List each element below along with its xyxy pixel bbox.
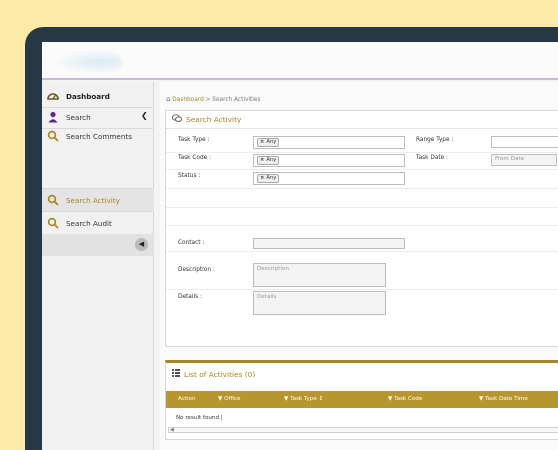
column-label: Task Code — [394, 396, 423, 402]
divider — [166, 207, 558, 208]
filter-icon[interactable]: ▼ — [218, 396, 222, 402]
no-result-text: No result found | — [176, 415, 223, 421]
task-type-chip[interactable]: × Any — [257, 138, 280, 147]
user-icon — [47, 111, 59, 123]
scroll-left-icon[interactable]: ◀ — [170, 427, 174, 433]
main-content: ⌂ Dashboard > Search Activities Search A… — [160, 82, 558, 450]
column-label: Office — [224, 396, 241, 402]
sidebar-item-label: Search Activity — [66, 195, 120, 205]
chip-remove-icon[interactable]: × — [260, 139, 264, 145]
status-select[interactable]: × Any — [253, 172, 405, 185]
filter-icon[interactable]: ▼ — [284, 396, 288, 402]
breadcrumb: ⌂ Dashboard > Search Activities — [166, 95, 261, 103]
activities-list-panel: List of Activities (0) Action ▼ Office ▼… — [165, 360, 558, 440]
breadcrumb-link-dashboard[interactable]: Dashboard — [172, 97, 203, 103]
divider — [166, 225, 558, 226]
status-chip[interactable]: × Any — [257, 174, 280, 183]
column-header-task-type[interactable]: ▼ Task Type ↕ — [284, 396, 323, 402]
column-header-task-date-time[interactable]: ▼ Task Date Time — [479, 396, 528, 402]
divider — [166, 152, 558, 153]
sidebar-item-search-activity[interactable]: Search Activity — [42, 189, 154, 211]
contact-input[interactable] — [253, 238, 405, 249]
range-type-select[interactable] — [491, 136, 558, 148]
list-icon — [172, 369, 180, 379]
sidebar-collapse-bar: ◀ — [42, 234, 154, 256]
sidebar-item-dashboard[interactable]: Dashboard — [42, 85, 154, 107]
chip-remove-icon[interactable]: × — [260, 175, 264, 181]
chip-label: Any — [266, 139, 277, 145]
filter-icon[interactable]: ▼ — [479, 396, 483, 402]
sidebar-item-label: Search — [66, 112, 91, 122]
chevron-left-icon[interactable]: ❮ — [141, 111, 148, 120]
status-label: Status : — [178, 173, 201, 179]
list-panel-title: List of Activities (0) — [184, 369, 256, 379]
column-label: Task Type — [290, 396, 317, 402]
sidebar-item-search-audit[interactable]: Search Audit — [42, 212, 154, 234]
search-icon — [47, 217, 59, 229]
description-textarea[interactable]: Description — [253, 263, 386, 287]
task-code-select[interactable]: × Any — [253, 154, 405, 167]
sidebar-item-label: Search Comments — [66, 131, 132, 141]
breadcrumb-current: Search Activities — [212, 97, 261, 103]
column-label: Task Date Time — [485, 396, 528, 402]
search-icon — [47, 194, 59, 206]
top-bar — [42, 42, 558, 80]
divider — [166, 251, 558, 252]
sidebar: Dashboard Search ❮ Search Comments Searc… — [42, 82, 154, 450]
divider — [166, 188, 558, 189]
table-header: Action ▼ Office ▼ Task Type ↕ ▼ Task Cod… — [166, 391, 558, 408]
task-type-label: Task Type : — [178, 137, 210, 143]
description-label: Description : — [178, 267, 215, 273]
dashboard-icon — [47, 90, 59, 102]
sidebar-item-label: Dashboard — [66, 91, 110, 101]
divider — [166, 289, 558, 290]
column-header-action[interactable]: Action — [178, 396, 196, 402]
task-code-chip[interactable]: × Any — [257, 156, 280, 165]
comments-icon — [171, 114, 182, 125]
details-label: Details : — [178, 294, 202, 300]
horizontal-scrollbar[interactable]: ◀ — [168, 427, 558, 433]
panel-header: Search Activity — [166, 111, 558, 129]
task-code-label: Task Code : — [178, 155, 211, 161]
panel-title: Search Activity — [186, 115, 242, 124]
filter-icon[interactable]: ▼ — [388, 396, 392, 402]
search-activity-panel-lower: Description : Description Details : Deta… — [165, 255, 558, 347]
home-icon: ⌂ — [166, 95, 171, 103]
column-header-task-code[interactable]: ▼ Task Code — [388, 396, 422, 402]
breadcrumb-separator: > — [205, 97, 211, 103]
details-textarea[interactable]: Details — [253, 291, 386, 315]
list-panel-header: List of Activities (0) — [166, 363, 558, 385]
chip-remove-icon[interactable]: × — [260, 157, 264, 163]
collapse-icon[interactable]: ◀ — [135, 238, 148, 251]
column-header-office[interactable]: ▼ Office — [218, 396, 240, 402]
sort-icon[interactable]: ↕ — [319, 396, 324, 402]
range-type-label: Range Type : — [416, 137, 454, 143]
search-activity-panel: Search Activity Task Type : × Any Range T… — [165, 110, 558, 274]
app-logo[interactable] — [52, 50, 122, 74]
task-type-select[interactable]: × Any — [253, 136, 405, 149]
chip-label: Any — [266, 175, 277, 181]
from-date-input[interactable]: From Date — [491, 154, 557, 166]
sidebar-item-search-comments[interactable]: Search Comments — [42, 125, 154, 147]
divider — [166, 169, 558, 170]
task-date-label: Task Date : — [416, 155, 449, 161]
contact-label: Contact : — [178, 240, 205, 246]
app-screen: Dashboard Search ❮ Search Comments Searc… — [42, 42, 558, 450]
chip-label: Any — [266, 157, 277, 163]
search-icon — [47, 130, 59, 142]
sidebar-item-label: Search Audit — [66, 218, 112, 228]
